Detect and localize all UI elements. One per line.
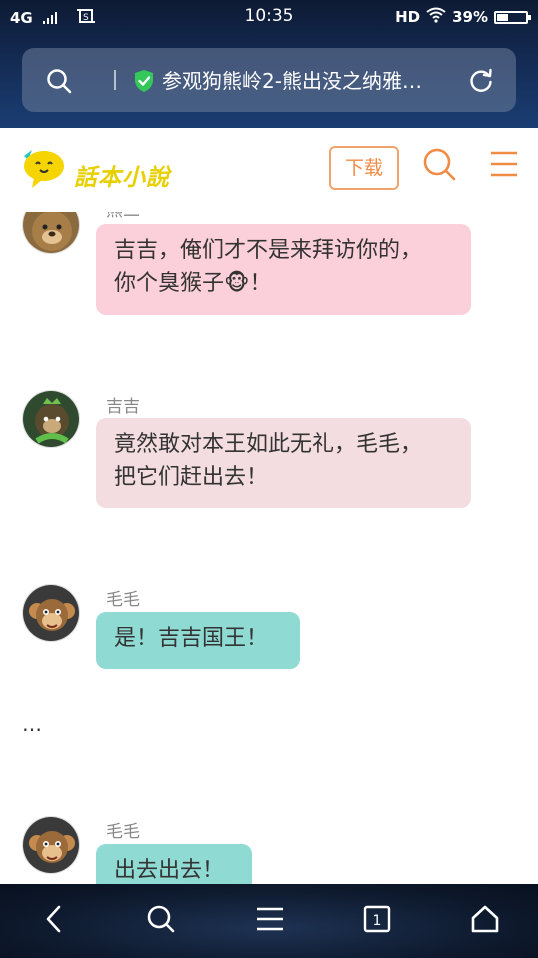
message-text: 竟然敢对本王如此无礼，毛毛， [114,432,423,457]
status-bar: 4G S 10:35 HD 39% [0,0,538,32]
message-text: 你个臭猴子🐵！ [114,271,272,296]
chat-area[interactable]: 熊二 吉吉，俺们才不是来拜访你的， 你个臭猴子🐵！ 吉吉 竟然敢对本王如此无礼，… [0,212,538,884]
site-logo[interactable]: 話本小說 [18,142,188,194]
home-icon[interactable] [470,904,500,938]
message-bubble: 吉吉，俺们才不是来拜访你的， 你个臭猴子🐵！ [96,224,471,315]
url-bar[interactable]: 参观狗熊岭2-熊出没之纳雅… [22,48,516,112]
download-button[interactable]: 下载 [329,146,399,190]
search-icon[interactable] [46,68,72,98]
message-text: 吉吉，俺们才不是来拜访你的， [114,238,423,263]
bottom-nav: 1 [0,884,538,958]
search-icon[interactable] [421,146,457,186]
tab-count: 1 [373,913,382,929]
message-text: 出去出去！ [114,858,225,883]
message-bubble: 是！吉吉国王！ [96,612,300,669]
hd-label: HD [395,8,421,26]
speaker-name: 吉吉 [106,397,140,417]
logo-icon [24,150,64,188]
battery-percent: 39% [452,8,488,26]
ellipsis-text: … [22,712,44,736]
avatar-maomao[interactable] [22,816,80,874]
menu-icon[interactable] [489,150,519,182]
speaker-name: 毛毛 [106,822,140,842]
browser-top: 4G S 10:35 HD 39% 参观狗熊岭2-熊出没之纳雅… [0,0,538,128]
wifi-icon [426,7,446,27]
message-bubble: 出去出去！ [96,844,252,884]
search-icon[interactable] [146,904,176,938]
message-bubble: 竟然敢对本王如此无礼，毛毛， 把它们赶出去！ [96,418,471,508]
divider [114,70,116,90]
battery-icon [494,10,531,24]
tabs-button[interactable]: 1 [363,904,391,938]
speaker-name: 熊二 [106,212,140,221]
brand-name: 話本小說 [74,165,170,191]
site-header: 話本小說 下载 [0,128,538,213]
reload-icon[interactable] [468,68,494,98]
avatar-bear[interactable] [22,212,80,254]
avatar-jiji[interactable] [22,390,80,448]
page-title[interactable]: 参观狗熊岭2-熊出没之纳雅… [162,65,462,94]
avatar-maomao[interactable] [22,584,80,642]
menu-icon[interactable] [256,904,284,938]
message-text: 是！吉吉国王！ [114,626,269,651]
speaker-name: 毛毛 [106,590,140,610]
shield-icon [133,69,155,97]
message-text: 把它们赶出去！ [114,465,269,490]
back-icon[interactable] [42,904,66,938]
